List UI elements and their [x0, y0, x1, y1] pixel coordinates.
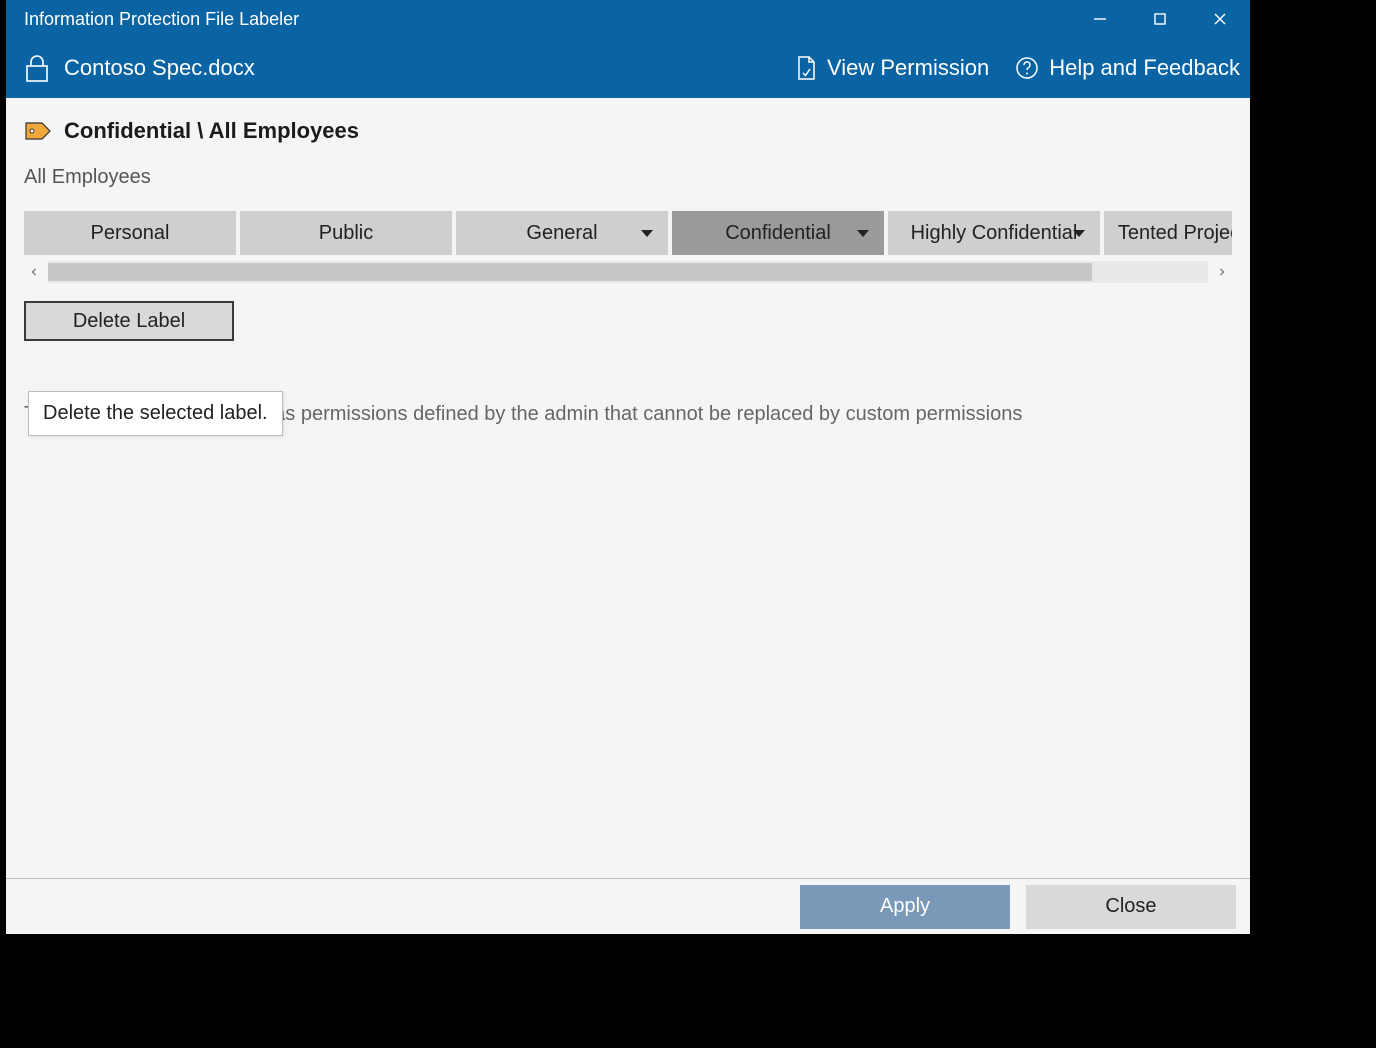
maximize-button[interactable] — [1130, 0, 1190, 38]
label-chip-highly-confidential[interactable]: Highly Confidential — [888, 211, 1100, 255]
lock-icon — [24, 53, 50, 83]
view-permission-label: View Permission — [827, 55, 989, 81]
close-window-button[interactable] — [1190, 0, 1250, 38]
maximize-icon — [1153, 12, 1167, 26]
file-info: Contoso Spec.docx — [24, 53, 255, 83]
tooltip-text: Delete the selected label. — [43, 402, 268, 424]
scroll-thumb[interactable] — [48, 263, 1092, 281]
current-label-row: Confidential \ All Employees — [24, 118, 1232, 144]
current-label-path: Confidential \ All Employees — [64, 118, 359, 144]
minimize-button[interactable] — [1070, 0, 1130, 38]
filename: Contoso Spec.docx — [64, 55, 255, 81]
label-chip-text: Confidential — [725, 222, 831, 245]
tag-icon — [24, 119, 52, 143]
close-icon — [1213, 12, 1227, 26]
chevron-down-icon — [640, 228, 654, 238]
close-button-label: Close — [1105, 895, 1156, 918]
label-chip-public[interactable]: Public — [240, 211, 452, 255]
close-button[interactable]: Close — [1026, 885, 1236, 929]
apply-button[interactable]: Apply — [800, 885, 1010, 929]
label-chip-tented-project[interactable]: Tented Projec — [1104, 211, 1232, 255]
header-actions: View Permission Help and Feedback — [795, 55, 1240, 81]
document-permission-icon — [795, 55, 817, 81]
view-permission-button[interactable]: View Permission — [795, 55, 989, 81]
header-bar: Contoso Spec.docx View Permission Help a… — [6, 38, 1250, 98]
chevron-down-icon — [1072, 228, 1086, 238]
help-feedback-label: Help and Feedback — [1049, 55, 1240, 81]
scroll-left-button[interactable]: ‹ — [24, 261, 44, 283]
label-chip-confidential[interactable]: Confidential — [672, 211, 884, 255]
current-sublabel: All Employees — [24, 166, 1232, 189]
tooltip: Delete the selected label. — [28, 391, 283, 436]
help-icon — [1015, 56, 1039, 80]
delete-label-text: Delete Label — [73, 310, 185, 333]
scroll-track[interactable] — [48, 261, 1208, 283]
delete-label-button[interactable]: Delete Label — [24, 301, 234, 341]
chevron-down-icon — [856, 228, 870, 238]
label-chip-personal[interactable]: Personal — [24, 211, 236, 255]
label-chip-text: General — [526, 222, 597, 245]
window-title: Information Protection File Labeler — [24, 9, 299, 30]
footer: Apply Close — [6, 878, 1250, 934]
label-scrollbar[interactable]: ‹ › — [24, 261, 1232, 283]
label-chip-general[interactable]: General — [456, 211, 668, 255]
scroll-right-button[interactable]: › — [1212, 261, 1232, 283]
label-strip: Personal Public General Confidential Hig… — [24, 211, 1232, 255]
label-chip-text: Tented Projec — [1118, 222, 1232, 245]
label-chip-text: Highly Confidential — [911, 222, 1078, 245]
help-feedback-button[interactable]: Help and Feedback — [1015, 55, 1240, 81]
title-bar: Information Protection File Labeler — [6, 0, 1250, 38]
content-area: Confidential \ All Employees All Employe… — [6, 98, 1250, 878]
label-chip-text: Personal — [91, 222, 170, 245]
label-chip-text: Public — [319, 222, 373, 245]
minimize-icon — [1093, 12, 1107, 26]
window-controls — [1070, 0, 1250, 38]
apply-button-label: Apply — [880, 895, 930, 918]
app-window: Information Protection File Labeler Cont… — [6, 0, 1250, 934]
